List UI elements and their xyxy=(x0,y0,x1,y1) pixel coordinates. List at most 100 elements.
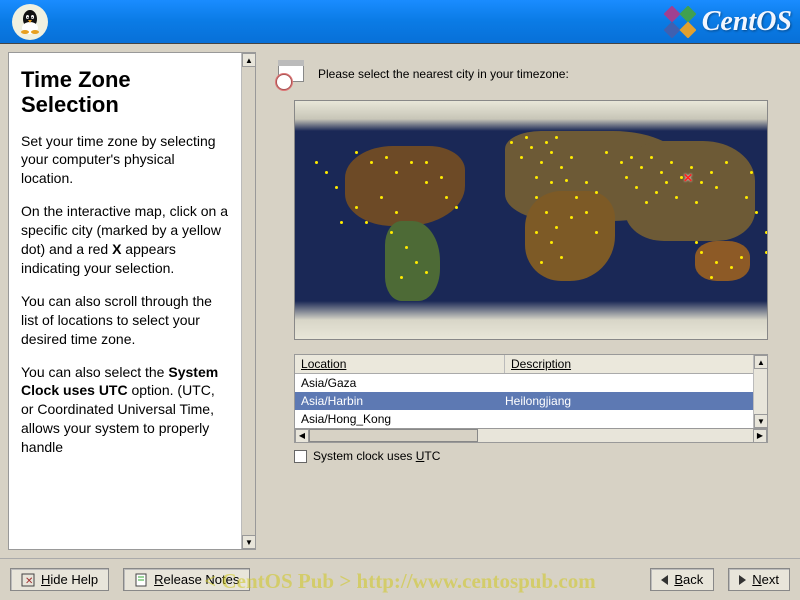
next-button[interactable]: Next xyxy=(728,568,790,591)
city-dot[interactable] xyxy=(725,161,728,164)
city-dot[interactable] xyxy=(510,141,513,144)
city-dot[interactable] xyxy=(365,221,368,224)
table-row[interactable]: Asia/HarbinHeilongjiang xyxy=(295,392,753,410)
city-dot[interactable] xyxy=(385,156,388,159)
city-dot[interactable] xyxy=(355,206,358,209)
scroll-down-icon[interactable]: ▼ xyxy=(754,414,768,428)
city-dot[interactable] xyxy=(640,166,643,169)
city-dot[interactable] xyxy=(445,196,448,199)
city-dot[interactable] xyxy=(710,171,713,174)
city-dot[interactable] xyxy=(560,166,563,169)
city-dot[interactable] xyxy=(405,246,408,249)
city-dot[interactable] xyxy=(425,271,428,274)
city-dot[interactable] xyxy=(635,186,638,189)
city-dot[interactable] xyxy=(415,261,418,264)
city-dot[interactable] xyxy=(730,266,733,269)
city-dot[interactable] xyxy=(665,181,668,184)
city-dot[interactable] xyxy=(695,201,698,204)
city-dot[interactable] xyxy=(335,186,338,189)
city-dot[interactable] xyxy=(660,171,663,174)
help-scrollbar[interactable]: ▲ ▼ xyxy=(241,53,255,549)
city-dot[interactable] xyxy=(550,181,553,184)
city-dot[interactable] xyxy=(535,196,538,199)
table-row[interactable]: Asia/Gaza xyxy=(295,374,753,392)
scroll-right-icon[interactable]: ▶ xyxy=(753,429,767,443)
city-dot[interactable] xyxy=(585,181,588,184)
city-dot[interactable] xyxy=(570,156,573,159)
city-dot[interactable] xyxy=(395,211,398,214)
table-row[interactable]: Asia/Hong_Kong xyxy=(295,410,753,428)
col-location[interactable]: Location xyxy=(295,355,505,373)
scroll-up-icon[interactable]: ▲ xyxy=(242,53,256,67)
city-dot[interactable] xyxy=(325,171,328,174)
city-dot[interactable] xyxy=(650,156,653,159)
city-dot[interactable] xyxy=(395,171,398,174)
release-notes-button[interactable]: Release Notes xyxy=(123,568,250,591)
scroll-down-icon[interactable]: ▼ xyxy=(242,535,256,549)
city-dot[interactable] xyxy=(370,161,373,164)
city-dot[interactable] xyxy=(620,161,623,164)
table-vscrollbar[interactable]: ▲ ▼ xyxy=(753,355,767,428)
city-dot[interactable] xyxy=(440,176,443,179)
city-dot[interactable] xyxy=(605,151,608,154)
scroll-left-icon[interactable]: ◀ xyxy=(295,429,309,443)
city-dot[interactable] xyxy=(550,151,553,154)
city-dot[interactable] xyxy=(410,161,413,164)
city-dot[interactable] xyxy=(550,241,553,244)
city-dot[interactable] xyxy=(530,146,533,149)
city-dot[interactable] xyxy=(655,191,658,194)
city-dot[interactable] xyxy=(400,276,403,279)
city-dot[interactable] xyxy=(390,231,393,234)
city-dot[interactable] xyxy=(750,171,753,174)
city-dot[interactable] xyxy=(715,186,718,189)
city-dot[interactable] xyxy=(560,256,563,259)
table-hscrollbar[interactable]: ◀ ▶ xyxy=(294,429,768,443)
city-dot[interactable] xyxy=(340,221,343,224)
scroll-up-icon[interactable]: ▲ xyxy=(754,355,768,369)
city-dot[interactable] xyxy=(745,196,748,199)
city-dot[interactable] xyxy=(535,231,538,234)
city-dot[interactable] xyxy=(595,231,598,234)
col-description[interactable]: Description xyxy=(505,355,753,373)
city-dot[interactable] xyxy=(425,181,428,184)
city-dot[interactable] xyxy=(695,241,698,244)
city-dot[interactable] xyxy=(575,196,578,199)
city-dot[interactable] xyxy=(765,231,768,234)
city-dot[interactable] xyxy=(535,176,538,179)
city-dot[interactable] xyxy=(545,211,548,214)
utc-checkbox[interactable] xyxy=(294,450,307,463)
city-dot[interactable] xyxy=(690,166,693,169)
city-dot[interactable] xyxy=(765,251,768,254)
city-dot[interactable] xyxy=(555,136,558,139)
city-dot[interactable] xyxy=(630,156,633,159)
city-dot[interactable] xyxy=(585,211,588,214)
city-dot[interactable] xyxy=(455,206,458,209)
city-dot[interactable] xyxy=(355,151,358,154)
city-dot[interactable] xyxy=(315,161,318,164)
city-dot[interactable] xyxy=(425,161,428,164)
city-dot[interactable] xyxy=(380,196,383,199)
city-dot[interactable] xyxy=(675,196,678,199)
city-dot[interactable] xyxy=(700,181,703,184)
hide-help-button[interactable]: ✕ Hide Hide HelpHelp xyxy=(10,568,109,591)
city-dot[interactable] xyxy=(570,216,573,219)
timezone-table[interactable]: Location Description Asia/GazaAsia/Harbi… xyxy=(294,354,768,429)
city-dot[interactable] xyxy=(540,161,543,164)
city-dot[interactable] xyxy=(595,191,598,194)
city-dot[interactable] xyxy=(565,179,568,182)
city-dot[interactable] xyxy=(540,261,543,264)
city-dot[interactable] xyxy=(520,156,523,159)
city-dot[interactable] xyxy=(645,201,648,204)
city-dot[interactable] xyxy=(555,226,558,229)
city-dot[interactable] xyxy=(755,211,758,214)
city-dot[interactable] xyxy=(525,136,528,139)
city-dot[interactable] xyxy=(670,161,673,164)
timezone-map[interactable]: ✕ xyxy=(294,100,768,340)
city-dot[interactable] xyxy=(545,141,548,144)
city-dot[interactable] xyxy=(715,261,718,264)
city-dot[interactable] xyxy=(710,276,713,279)
back-button[interactable]: Back xyxy=(650,568,714,591)
city-dot[interactable] xyxy=(700,251,703,254)
city-dot[interactable] xyxy=(740,256,743,259)
city-dot[interactable] xyxy=(625,176,628,179)
